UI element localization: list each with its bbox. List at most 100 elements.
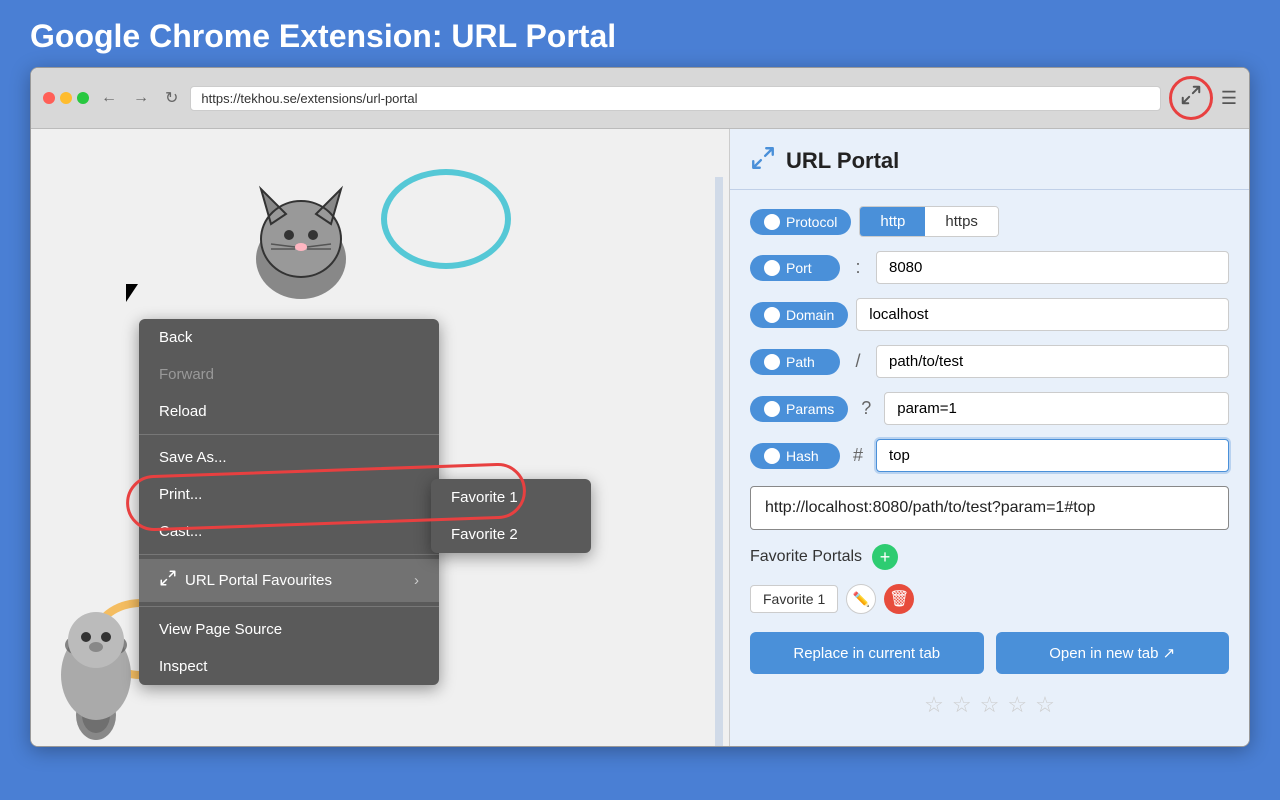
ctx-print[interactable]: Print... [139,476,439,513]
favorite-item-1: Favorite 1 ✏️ 🗑 [750,584,1229,614]
ctx-separator-2 [139,554,439,555]
port-separator: : [848,257,868,278]
star-5[interactable]: ☆ [1035,692,1055,718]
ctx-view-source-label: View Page Source [159,621,282,638]
stars-row: ☆ ☆ ☆ ☆ ☆ [750,692,1229,718]
forward-button[interactable]: → [129,87,153,109]
path-label: Path [786,354,815,370]
params-label: Params [786,401,834,417]
hash-toggle-dot [764,448,780,464]
reload-button[interactable]: ↻ [161,86,182,110]
path-separator: / [848,351,868,372]
ctx-back-label: Back [159,329,192,346]
path-toggle[interactable]: Path [750,349,840,375]
port-toggle[interactable]: Port [750,255,840,281]
browser-content: Back Forward Reload Save As... Print... … [31,129,1249,747]
extension-panel-header: URL Portal [730,129,1249,190]
protocol-https-button[interactable]: https [925,207,998,236]
port-label: Port [786,260,812,276]
hash-separator: # [848,445,868,466]
domain-row: Domain [750,298,1229,331]
ctx-arrow-icon: › [414,572,419,589]
ctx-back[interactable]: Back [139,319,439,356]
ctx-submenu-favorite-2[interactable]: Favorite 2 [431,516,591,553]
favorite-1-edit-button[interactable]: ✏️ [846,584,876,614]
mouse-cursor [126,284,138,302]
hash-toggle[interactable]: Hash [750,443,840,469]
page-title: Google Chrome Extension: URL Portal [0,0,1280,67]
ctx-url-portal-icon [159,569,177,592]
protocol-group: http https [859,206,999,237]
path-input[interactable] [876,345,1229,378]
back-button[interactable]: ← [97,87,121,109]
ctx-save-as[interactable]: Save As... [139,439,439,476]
cat-character [221,159,381,324]
url-display: http://localhost:8080/path/to/test?param… [750,486,1229,530]
ctx-reload[interactable]: Reload [139,393,439,430]
extension-icon-circle[interactable] [1169,76,1213,120]
favorite-portals-header: Favorite Portals + [750,544,1229,570]
hash-input[interactable] [876,439,1229,472]
ctx-view-source[interactable]: View Page Source [139,611,439,648]
extension-panel-title: URL Portal [786,148,899,174]
ctx-url-portal-favourites[interactable]: URL Portal Favourites › [139,559,439,602]
ctx-separator-3 [139,606,439,607]
ctx-separator-1 [139,434,439,435]
extension-panel: URL Portal Protocol http https [729,129,1249,747]
traffic-light-minimize[interactable] [60,92,72,104]
star-1[interactable]: ☆ [924,692,944,718]
webpage-area: Back Forward Reload Save As... Print... … [31,129,729,747]
replace-tab-button[interactable]: Replace in current tab [750,632,984,674]
protocol-toggle[interactable]: Protocol [750,209,851,235]
teal-swirl-decoration [381,169,511,269]
traffic-light-maximize[interactable] [77,92,89,104]
open-new-tab-button[interactable]: Open in new tab ↗ [996,632,1230,674]
address-bar[interactable] [190,86,1160,111]
ctx-submenu-favorite-1[interactable]: Favorite 1 [431,479,591,516]
params-separator: ? [856,398,876,419]
ctx-cast[interactable]: Cast... [139,513,439,550]
browser-chrome: ← → ↻ ☰ [31,68,1249,129]
params-input[interactable] [884,392,1229,425]
protocol-toggle-dot [764,214,780,230]
ctx-submenu-favorite-1-label: Favorite 1 [451,489,518,506]
protocol-row: Protocol http https [750,206,1229,237]
context-submenu: Favorite 1 Favorite 2 [431,479,591,553]
ctx-reload-label: Reload [159,403,207,420]
ctx-cast-label: Cast... [159,523,202,540]
params-row: Params ? [750,392,1229,425]
ctx-print-label: Print... [159,486,202,503]
domain-label: Domain [786,307,834,323]
action-buttons: Replace in current tab Open in new tab ↗ [750,632,1229,674]
ctx-url-portal-label: URL Portal Favourites [185,572,332,589]
port-row: Port : [750,251,1229,284]
path-row: Path / [750,345,1229,378]
params-toggle-dot [764,401,780,417]
params-toggle[interactable]: Params [750,396,848,422]
hash-row: Hash # [750,439,1229,472]
menu-icon[interactable]: ☰ [1221,88,1237,109]
browser-window: ← → ↻ ☰ [30,67,1250,747]
ctx-inspect[interactable]: Inspect [139,648,439,685]
star-3[interactable]: ☆ [980,692,1000,718]
protocol-http-button[interactable]: http [860,207,925,236]
add-favorite-button[interactable]: + [872,544,898,570]
port-toggle-dot [764,260,780,276]
context-menu: Back Forward Reload Save As... Print... … [139,319,439,685]
ctx-forward: Forward [139,356,439,393]
ctx-save-as-label: Save As... [159,449,227,466]
hash-label: Hash [786,448,819,464]
extension-icon [1180,84,1202,112]
port-input[interactable] [876,251,1229,284]
favorite-portals-label: Favorite Portals [750,548,862,566]
domain-toggle[interactable]: Domain [750,302,848,328]
domain-toggle-dot [764,307,780,323]
traffic-lights [43,92,89,104]
ctx-inspect-label: Inspect [159,658,207,675]
path-toggle-dot [764,354,780,370]
favorite-1-delete-button[interactable]: 🗑 [884,584,914,614]
domain-input[interactable] [856,298,1229,331]
star-2[interactable]: ☆ [952,692,972,718]
star-4[interactable]: ☆ [1007,692,1027,718]
traffic-light-close[interactable] [43,92,55,104]
